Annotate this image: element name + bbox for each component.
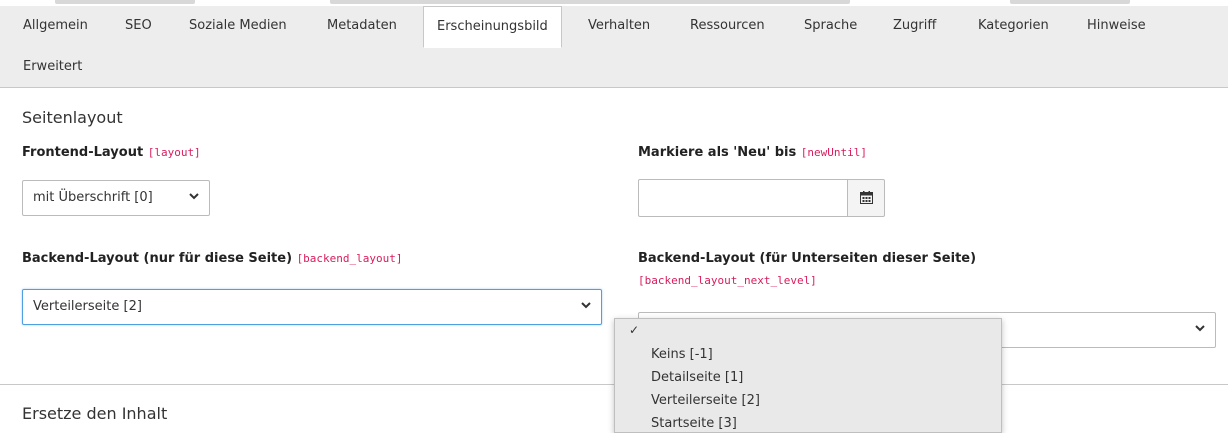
cropped-text-fragment (55, 0, 195, 4)
cropped-text-fragment (330, 0, 850, 4)
section-title-ersetze-inhalt: Ersetze den Inhalt (22, 404, 168, 423)
backend-layout-next-field-code: [backend_layout_next_level] (638, 274, 817, 287)
tab-metadaten[interactable]: Metadaten (314, 6, 410, 46)
frontend-layout-value: mit Überschrift [0] (33, 190, 153, 205)
tab-verhalten[interactable]: Verhalten (575, 6, 663, 46)
backend-layout-next-label: Backend-Layout (für Unterseiten dieser S… (638, 251, 976, 266)
backend-layout-field-code: [backend_layout] (296, 252, 403, 265)
tab-hinweise[interactable]: Hinweise (1074, 6, 1159, 46)
dropdown-option[interactable]: Detailseite [1] (651, 370, 743, 385)
backend-layout-value: Verteilerseite [2] (33, 299, 142, 314)
frontend-layout-label-text: Frontend-Layout (22, 145, 144, 160)
tab-soziale-medien[interactable]: Soziale Medien (176, 6, 300, 46)
checkmark-icon: ✓ (629, 323, 640, 337)
cropped-text-fragment (1010, 0, 1130, 4)
frontend-layout-label: Frontend-Layout [layout] (22, 145, 201, 160)
dropdown-option[interactable]: Keins [-1] (651, 347, 713, 362)
dropdown-option[interactable]: Startseite [3] (651, 416, 737, 431)
backend-layout-label: Backend-Layout (nur für diese Seite) [ba… (22, 251, 403, 266)
section-title-seitenlayout: Seitenlayout (22, 108, 123, 127)
tab-sprache[interactable]: Sprache (791, 6, 870, 46)
tab-allgemein[interactable]: Allgemein (10, 6, 101, 46)
chevron-down-icon (189, 181, 199, 215)
tab-erweitert[interactable]: Erweitert (10, 47, 95, 87)
date-picker-button[interactable] (847, 179, 885, 217)
backend-layout-label-text: Backend-Layout (nur für diese Seite) (22, 251, 293, 266)
dropdown-option[interactable]: Verteilerseite [2] (651, 393, 760, 408)
new-until-date-field[interactable] (638, 179, 885, 217)
tab-erscheinungsbild[interactable]: Erscheinungsbild (423, 6, 562, 48)
backend-layout-next-dropdown[interactable]: ✓ Keins [-1] Detailseite [1] Verteilerse… (614, 318, 1002, 433)
frontend-layout-select[interactable]: mit Überschrift [0] (22, 180, 210, 216)
chevron-down-icon (581, 290, 591, 324)
tab-kategorien[interactable]: Kategorien (965, 6, 1062, 46)
calendar-icon (859, 189, 873, 208)
new-until-field-code: [newUntil] (800, 146, 867, 159)
backend-layout-next-code-line: [backend_layout_next_level] (638, 273, 817, 288)
backend-layout-select[interactable]: Verteilerseite [2] (22, 289, 602, 325)
tab-ressourcen[interactable]: Ressourcen (677, 6, 778, 46)
new-until-label-text: Markiere als 'Neu' bis (638, 145, 797, 160)
tab-bar: Allgemein SEO Soziale Medien Metadaten E… (0, 6, 1228, 88)
frontend-layout-field-code: [layout] (147, 146, 201, 159)
tab-seo[interactable]: SEO (112, 6, 165, 46)
chevron-down-icon (1195, 313, 1205, 347)
tab-zugriff[interactable]: Zugriff (880, 6, 949, 46)
backend-layout-next-label-text: Backend-Layout (für Unterseiten dieser S… (638, 251, 977, 266)
new-until-label: Markiere als 'Neu' bis [newUntil] (638, 145, 867, 160)
